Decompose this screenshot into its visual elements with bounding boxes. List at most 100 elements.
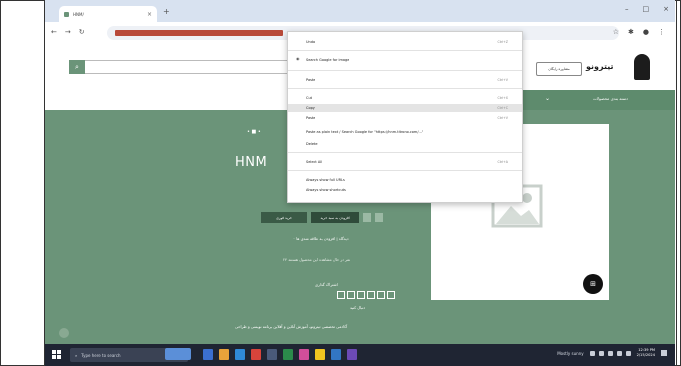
context-menu-item[interactable]: Copy Ctrl+C xyxy=(288,104,522,112)
context-menu-item[interactable]: Paste as plain text / Search Google for … xyxy=(288,128,522,136)
context-menu-item[interactable]: Cut Ctrl+X xyxy=(288,94,522,102)
taskbar-app-icon-2[interactable] xyxy=(251,349,261,360)
share-icon-1[interactable] xyxy=(337,291,345,299)
context-menu-label: Search Google for image xyxy=(306,58,350,62)
forward-icon[interactable]: → xyxy=(65,28,71,36)
minimize-icon[interactable]: – xyxy=(625,5,629,13)
address-bar-context-menu: ◉ Undo Ctrl+Z Search Google for image Paste… xyxy=(287,31,523,203)
taskbar-app-icon[interactable] xyxy=(203,349,213,360)
logo-text: تیترونو xyxy=(586,62,614,71)
context-menu-label: Always show full URLs xyxy=(306,178,345,182)
weather-text[interactable]: Mostly sunny xyxy=(557,351,583,356)
windows-start-icon[interactable] xyxy=(52,350,62,360)
follow-title: دنبال کنید xyxy=(350,305,366,310)
scroll-top-icon[interactable] xyxy=(59,328,69,338)
extensions-icon[interactable]: ✱ xyxy=(628,28,634,36)
tab-favicon-icon xyxy=(64,11,69,17)
toolbar-icons: ☆ ✱ ● ⋮ xyxy=(613,28,665,36)
quantity-minus-button[interactable] xyxy=(363,213,371,222)
context-menu-label: Select All xyxy=(306,160,323,164)
menu-separator xyxy=(288,88,522,89)
site-search-icon[interactable]: ⌕ xyxy=(69,60,85,74)
product-title: HNM xyxy=(235,155,268,170)
context-menu-label: Cut xyxy=(306,96,313,100)
zoom-fab-icon[interactable]: ⊞ xyxy=(583,274,603,294)
taskbar-word-icon[interactable] xyxy=(331,349,341,360)
context-menu-label: Paste xyxy=(306,78,316,82)
menu-separator xyxy=(288,70,522,71)
context-menu-label: Paste as plain text / Search Google for … xyxy=(306,130,424,134)
review-wishlist-line: ۰ دیدگاه | افزودن به علاقه مندی ها xyxy=(293,236,349,241)
menu-icon[interactable]: ⋮ xyxy=(658,28,665,36)
share-title: اشتراک گذاری xyxy=(315,282,338,287)
windows-taskbar: ⌕ Type here to search Mostly sunny 12:39… xyxy=(45,344,675,366)
add-to-cart-button[interactable]: افزودن به سبد خرید xyxy=(311,212,359,223)
taskbar-app-icon-5[interactable] xyxy=(347,349,357,360)
breadcrumb-dots: • ■ • xyxy=(247,129,261,135)
context-menu-item[interactable]: Undo Ctrl+Z xyxy=(288,38,522,46)
context-menu-shortcut: Ctrl+Z xyxy=(497,40,508,44)
share-icon-5[interactable] xyxy=(377,291,385,299)
context-menu-shortcut: Ctrl+V xyxy=(497,116,508,120)
clock-time: 12:39 PM xyxy=(638,348,655,352)
share-icon-2[interactable] xyxy=(347,291,355,299)
taskbar-clock[interactable]: 12:39 PM 2/15/2024 xyxy=(637,348,655,358)
browser-tab[interactable]: HNM/ × xyxy=(59,6,157,22)
clock-date: 2/15/2024 xyxy=(636,353,655,357)
share-icon-6[interactable] xyxy=(387,291,395,299)
reload-icon[interactable]: ↻ xyxy=(79,28,85,36)
advice-button[interactable]: مشاوره رایگان xyxy=(536,62,582,76)
context-menu-label: Always show shortcuts xyxy=(306,188,346,192)
notification-icon[interactable] xyxy=(661,350,667,356)
tab-title: HNM/ xyxy=(73,11,84,17)
taskbar-chrome-icon[interactable] xyxy=(315,349,325,360)
taskbar-app-icon-4[interactable] xyxy=(299,349,309,360)
taskbar-widget-icon[interactable] xyxy=(165,348,191,360)
share-icon-4[interactable] xyxy=(367,291,375,299)
viewers-line: ۲۴ نفر در حال مشاهده این محصول هستند xyxy=(283,257,351,262)
maximize-icon[interactable]: □ xyxy=(643,5,650,13)
context-menu-item[interactable]: Select All Ctrl+A xyxy=(288,158,522,166)
context-menu-label: Delete xyxy=(306,142,318,146)
nav-category-label[interactable]: دسته بندی محصولات xyxy=(593,96,628,101)
context-menu-shortcut: Ctrl+X xyxy=(497,96,508,100)
context-menu-label: Copy xyxy=(306,106,315,110)
context-menu-item[interactable]: Paste Ctrl+V xyxy=(288,76,522,84)
menu-separator xyxy=(288,152,522,153)
quick-buy-button[interactable]: خرید فوری xyxy=(261,212,307,223)
context-menu-item[interactable]: Always show shortcuts xyxy=(288,186,522,194)
taskbar-app-icon-3[interactable] xyxy=(283,349,293,360)
context-menu-item[interactable]: Search Google for image xyxy=(288,56,522,64)
taskbar-edge-icon[interactable] xyxy=(235,349,245,360)
browser-tab-strip: HNM/ × + – □ × xyxy=(45,0,675,22)
tab-close-icon[interactable]: × xyxy=(147,11,152,18)
logo-mark-icon xyxy=(634,54,650,80)
tray-icons xyxy=(589,350,631,356)
nav-buttons: ← → ↻ xyxy=(51,28,85,36)
window-controls: – □ × xyxy=(625,5,669,13)
context-menu-shortcut: Ctrl+C xyxy=(497,106,508,110)
menu-separator xyxy=(288,170,522,171)
context-menu-shortcut: Ctrl+V xyxy=(497,78,508,82)
quantity-plus-button[interactable] xyxy=(375,213,383,222)
back-icon[interactable]: ← xyxy=(51,28,57,36)
site-logo[interactable]: تیترونو xyxy=(586,52,650,82)
taskbar-search-placeholder: Type here to search xyxy=(81,352,121,358)
menu-separator xyxy=(288,50,522,51)
system-tray: Mostly sunny 12:39 PM 2/15/2024 xyxy=(557,348,667,358)
footer-line: آکادمی تخصصی تیترونو، آموزش آنلاین و آفل… xyxy=(235,324,348,329)
context-menu-item[interactable]: Delete xyxy=(288,140,522,148)
taskbar-store-icon[interactable] xyxy=(267,349,277,360)
context-menu-shortcut: Ctrl+A xyxy=(497,160,508,164)
context-menu-item[interactable]: Always show full URLs xyxy=(288,176,522,184)
selected-url-text xyxy=(115,30,283,36)
frame-divider-right xyxy=(676,0,677,366)
context-menu-label: Undo xyxy=(306,40,316,44)
new-tab-icon[interactable]: + xyxy=(163,7,170,16)
profile-icon[interactable]: ● xyxy=(643,28,649,36)
window-close-icon[interactable]: × xyxy=(663,5,669,13)
context-menu-item[interactable]: Paste Ctrl+V xyxy=(288,114,522,122)
taskbar-explorer-icon[interactable] xyxy=(219,349,229,360)
share-icon-3[interactable] xyxy=(357,291,365,299)
bookmark-icon[interactable]: ☆ xyxy=(613,28,619,36)
